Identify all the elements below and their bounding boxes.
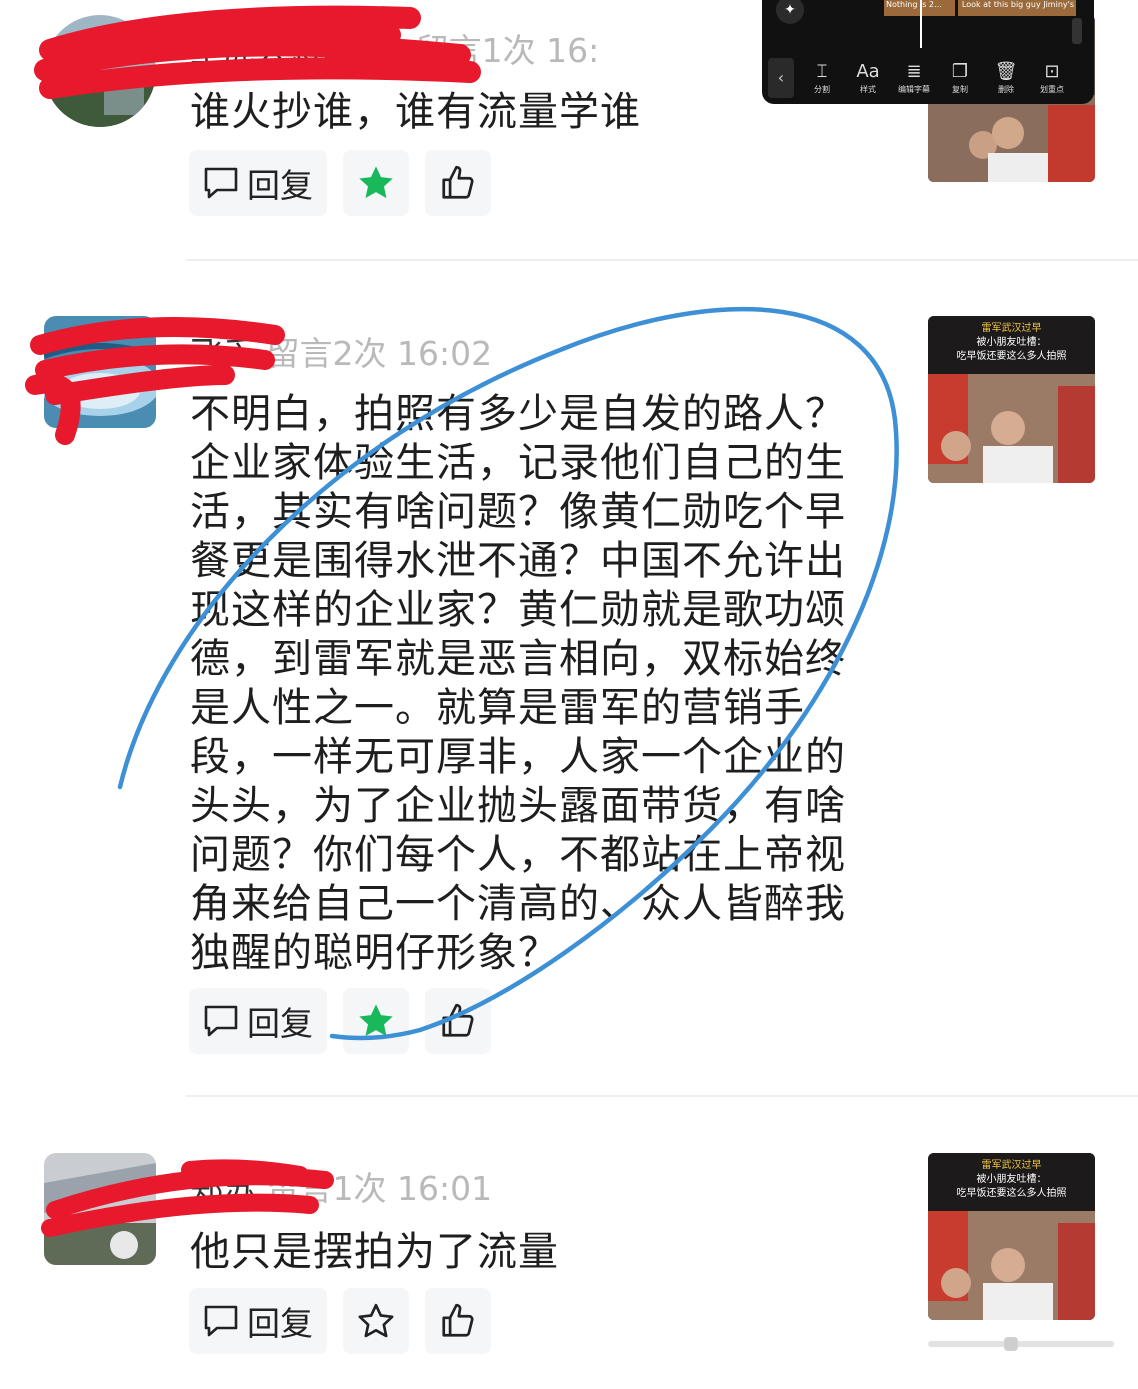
tool-split[interactable]: ⌶ 分割 bbox=[802, 62, 842, 95]
redaction-scribble bbox=[41, 1159, 334, 1237]
reply-button[interactable]: 回复 bbox=[189, 988, 327, 1054]
copy-icon: ❐ bbox=[951, 61, 969, 82]
divider bbox=[186, 1095, 1138, 1097]
tool-delete[interactable]: 🗑 删除 bbox=[986, 62, 1026, 95]
like-button[interactable] bbox=[425, 150, 491, 216]
tool-edit-subtitle[interactable]: ≣ 编辑字幕 bbox=[894, 62, 934, 95]
tool-highlight[interactable]: ⊡ 划重点 bbox=[1032, 62, 1072, 95]
comment-actions: 回复 bbox=[189, 1288, 491, 1354]
tool-copy[interactable]: ❐ 复制 bbox=[940, 62, 980, 95]
thumbnail-line2: 被小朋友吐槽： bbox=[976, 337, 1047, 348]
redaction-scribble bbox=[25, 317, 285, 445]
divider bbox=[186, 259, 1138, 261]
tool-label: 分割 bbox=[814, 85, 830, 94]
favorite-button[interactable] bbox=[343, 1288, 409, 1354]
tool-label: 复制 bbox=[952, 85, 968, 94]
collapse-button[interactable]: ‹ bbox=[768, 58, 794, 98]
comment-actions: 回复 bbox=[189, 150, 491, 216]
favorite-button[interactable] bbox=[343, 150, 409, 216]
redaction-scribble bbox=[34, 5, 481, 99]
playhead[interactable] bbox=[920, 0, 922, 48]
clip-segment[interactable]: Look at this big guy Jiminy's bbox=[957, 0, 1076, 16]
thumbnail-caption: 雷军武汉过早 被小朋友吐槽： 吃早饭还要这么多人拍照 bbox=[928, 316, 1095, 374]
thumbnail-line3: 吃早饭还要这么多人拍照 bbox=[956, 351, 1067, 362]
thumbs-up-icon bbox=[442, 1303, 474, 1337]
thumbnail-title: 雷军武汉过早 bbox=[981, 323, 1042, 334]
favorite-button[interactable] bbox=[343, 988, 409, 1054]
video-thumbnail[interactable]: 雷军武汉过早 被小朋友吐槽： 吃早饭还要这么多人拍照 bbox=[928, 316, 1095, 483]
thumbs-up-icon bbox=[442, 1003, 474, 1037]
video-editor-toolbar: ✦ Nothing is 2... Look at this big guy J… bbox=[762, 0, 1094, 104]
thumbnail-title: 雷军武汉过早 bbox=[981, 1160, 1042, 1171]
progress-scrubber[interactable] bbox=[928, 1337, 1114, 1351]
clip-track[interactable]: Nothing is 2... Look at this big guy Jim… bbox=[884, 0, 1076, 16]
reply-label: 回复 bbox=[247, 1304, 313, 1343]
comment-actions: 回复 bbox=[189, 988, 491, 1054]
scroll-handle[interactable] bbox=[1072, 18, 1082, 44]
tool-label: 样式 bbox=[860, 85, 876, 94]
thumbnail-line3: 吃早饭还要这么多人拍照 bbox=[956, 1188, 1067, 1199]
comment-text: 不明白，拍照有多少是自发的路人？企业家体验生活，记录他们自己的生活，其实有啥问题… bbox=[190, 391, 846, 976]
reply-button[interactable]: 回复 bbox=[189, 150, 327, 216]
reply-label: 回复 bbox=[247, 166, 313, 205]
thumbnail-line2: 被小朋友吐槽： bbox=[976, 1174, 1047, 1185]
text-style-icon: Aa bbox=[856, 61, 880, 82]
thumbnail-caption: 雷军武汉过早 被小朋友吐槽： 吃早饭还要这么多人拍照 bbox=[928, 1153, 1095, 1211]
reply-icon bbox=[204, 1305, 238, 1337]
edit-subtitle-icon: ≣ bbox=[906, 61, 922, 82]
reply-icon bbox=[204, 167, 238, 199]
star-filled-icon bbox=[359, 166, 393, 199]
tool-label: 划重点 bbox=[1040, 85, 1064, 94]
tool-label: 编辑字幕 bbox=[898, 85, 930, 94]
star-filled-icon bbox=[359, 1004, 393, 1037]
reply-label: 回复 bbox=[247, 1004, 313, 1043]
highlight-icon: ⊡ bbox=[1044, 61, 1060, 82]
thumbs-up-icon bbox=[442, 165, 474, 199]
like-button[interactable] bbox=[425, 988, 491, 1054]
split-icon: ⌶ bbox=[816, 61, 828, 82]
tool-label: 删除 bbox=[998, 85, 1014, 94]
video-thumbnail[interactable]: 雷军武汉过早 被小朋友吐槽： 吃早饭还要这么多人拍照 bbox=[928, 1153, 1095, 1320]
reply-icon bbox=[204, 1005, 238, 1037]
reply-button[interactable]: 回复 bbox=[189, 1288, 327, 1354]
like-button[interactable] bbox=[425, 1288, 491, 1354]
delete-icon: 🗑 bbox=[994, 61, 1018, 82]
editor-logo-icon[interactable]: ✦ bbox=[776, 0, 804, 24]
star-outline-icon bbox=[358, 1303, 394, 1338]
tool-style[interactable]: Aa 样式 bbox=[848, 62, 888, 95]
